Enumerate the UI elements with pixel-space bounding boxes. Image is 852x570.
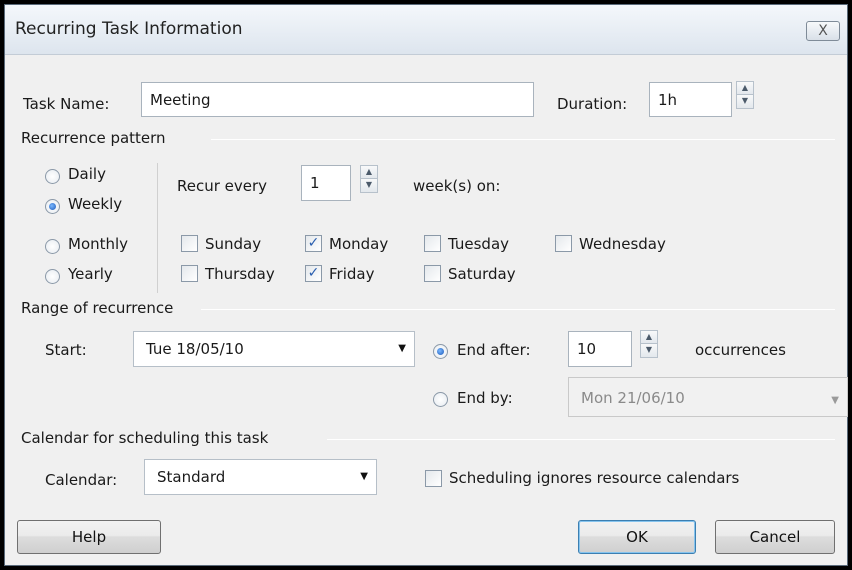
ok-button[interactable]: OK xyxy=(578,520,696,554)
end-after-label[interactable]: End after: xyxy=(457,341,531,359)
end-after-radio[interactable] xyxy=(433,344,448,359)
monday-checkbox[interactable]: ✓ xyxy=(305,235,322,252)
spin-down-icon[interactable]: ▼ xyxy=(737,95,753,108)
spin-up-icon[interactable]: ▲ xyxy=(737,82,753,95)
end-by-radio[interactable] xyxy=(433,392,448,407)
tuesday-checkbox[interactable] xyxy=(424,235,441,252)
occurrences-label: occurrences xyxy=(695,341,786,359)
dialog-title: Recurring Task Information xyxy=(15,19,243,39)
friday-label[interactable]: Friday xyxy=(329,265,374,283)
chevron-down-icon[interactable]: ▼ xyxy=(360,460,368,494)
start-label: Start: xyxy=(45,341,87,359)
task-name-input[interactable] xyxy=(141,82,534,117)
thursday-checkbox[interactable] xyxy=(181,265,198,282)
sunday-label[interactable]: Sunday xyxy=(205,235,261,253)
spin-up-icon[interactable]: ▲ xyxy=(361,166,377,179)
weeks-on-label: week(s) on: xyxy=(413,177,501,195)
calendar-section-title: Calendar for scheduling this task xyxy=(21,429,269,447)
close-icon: X xyxy=(818,23,828,39)
friday-checkbox[interactable]: ✓ xyxy=(305,265,322,282)
help-button[interactable]: Help xyxy=(17,520,161,554)
spin-down-icon[interactable]: ▼ xyxy=(361,179,377,192)
cancel-button[interactable]: Cancel xyxy=(715,520,835,554)
weekly-label[interactable]: Weekly xyxy=(68,195,122,213)
yearly-label[interactable]: Yearly xyxy=(68,265,113,283)
duration-spinner[interactable]: ▲ ▼ xyxy=(736,81,754,109)
recur-every-label: Recur every xyxy=(177,177,268,195)
duration-label: Duration: xyxy=(557,95,628,113)
recurring-task-dialog: Recurring Task Information X Task Name: … xyxy=(4,4,848,566)
start-date-combo[interactable]: Tue 18/05/10 ▼ xyxy=(133,331,415,367)
thursday-label[interactable]: Thursday xyxy=(205,265,275,283)
title-bar: Recurring Task Information X xyxy=(5,5,847,55)
section-divider xyxy=(201,309,835,310)
calendar-label: Calendar: xyxy=(45,471,118,489)
daily-radio[interactable] xyxy=(45,169,60,184)
range-title: Range of recurrence xyxy=(21,299,174,317)
end-by-date-combo: Mon 21/06/10 ▼ xyxy=(568,377,848,417)
sunday-checkbox[interactable] xyxy=(181,235,198,252)
wednesday-checkbox[interactable] xyxy=(555,235,572,252)
monthly-label[interactable]: Monthly xyxy=(68,235,128,253)
recur-every-input[interactable] xyxy=(301,165,351,201)
frequency-divider xyxy=(157,163,158,293)
calendar-value: Standard xyxy=(157,468,226,486)
occurrences-spinner[interactable]: ▲ ▼ xyxy=(640,330,658,358)
calendar-combo[interactable]: Standard ▼ xyxy=(144,459,377,495)
start-date-value: Tue 18/05/10 xyxy=(146,340,244,358)
monday-label[interactable]: Monday xyxy=(329,235,388,253)
weekly-radio[interactable] xyxy=(45,199,60,214)
spin-down-icon[interactable]: ▼ xyxy=(641,344,657,357)
saturday-label[interactable]: Saturday xyxy=(448,265,516,283)
recurrence-pattern-title: Recurrence pattern xyxy=(21,129,166,147)
yearly-radio[interactable] xyxy=(45,269,60,284)
chevron-down-icon[interactable]: ▼ xyxy=(398,332,406,366)
section-divider xyxy=(327,439,835,440)
saturday-checkbox[interactable] xyxy=(424,265,441,282)
chevron-down-icon: ▼ xyxy=(831,395,839,406)
monthly-radio[interactable] xyxy=(45,239,60,254)
ignore-calendars-label[interactable]: Scheduling ignores resource calendars xyxy=(449,469,739,487)
section-divider xyxy=(211,139,835,140)
duration-input[interactable] xyxy=(649,82,732,117)
daily-label[interactable]: Daily xyxy=(68,165,106,183)
occurrences-input[interactable] xyxy=(568,331,632,367)
task-name-label: Task Name: xyxy=(23,95,110,113)
tuesday-label[interactable]: Tuesday xyxy=(448,235,509,253)
end-by-date-value: Mon 21/06/10 xyxy=(581,389,685,407)
close-button[interactable]: X xyxy=(806,21,840,41)
wednesday-label[interactable]: Wednesday xyxy=(579,235,666,253)
ignore-calendars-checkbox[interactable] xyxy=(425,470,442,487)
end-by-label[interactable]: End by: xyxy=(457,389,513,407)
spin-up-icon[interactable]: ▲ xyxy=(641,331,657,344)
recur-every-spinner[interactable]: ▲ ▼ xyxy=(360,165,378,193)
